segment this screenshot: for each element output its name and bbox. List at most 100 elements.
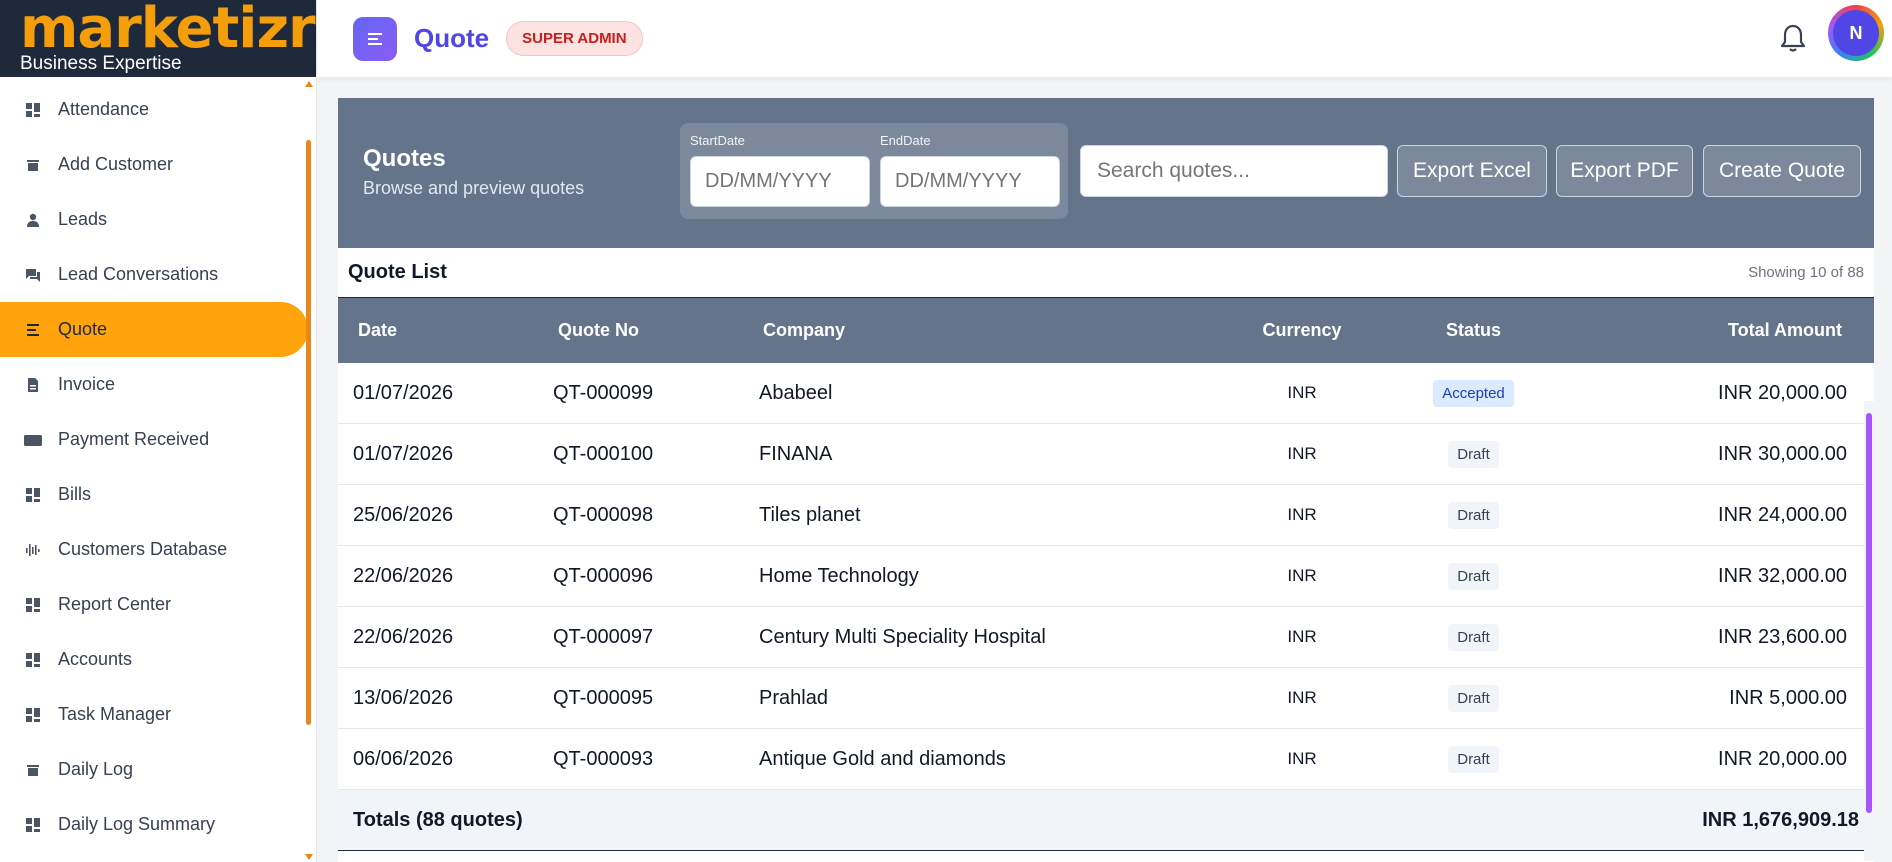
end-date-label: EndDate	[880, 133, 931, 148]
sidebar-item-label: Attendance	[58, 99, 150, 119]
col-total-amount[interactable]: Total Amount	[1582, 320, 1862, 341]
table-row[interactable]: 13/06/2026 QT-000095 Prahlad INR Draft INR 5,…	[338, 668, 1874, 729]
sidebar-item-customers-database[interactable]: Customers Database	[0, 522, 308, 577]
table-row[interactable]: 22/06/2026 QT-000097 Century Multi Special…	[338, 607, 1874, 668]
person-icon	[24, 211, 42, 229]
grid-icon	[24, 706, 42, 724]
brand[interactable]: marketizr Business Expertise	[0, 0, 316, 77]
cell-quote-no: QT-000098	[553, 503, 654, 526]
sidebar-item-task-manager[interactable]: Task Manager	[0, 687, 308, 742]
sidebar: marketizr Business Expertise Attendance A…	[0, 0, 317, 862]
brand-logo: marketizr	[20, 0, 316, 61]
role-badge: SUPER ADMIN	[506, 21, 643, 56]
quote-table: Date Quote No Company Currency Status To…	[338, 298, 1874, 851]
sidebar-item-report-center[interactable]: Report Center	[0, 577, 308, 632]
col-status[interactable]: Status	[1365, 320, 1582, 341]
cell-total-amount: INR 24,000.00	[1718, 503, 1847, 526]
sidebar-item-label: Add Customer	[58, 154, 174, 174]
sidebar-item-label: Lead Conversations	[58, 264, 219, 284]
start-date-input[interactable]	[690, 156, 870, 207]
sidebar-item-label: Daily Log	[58, 759, 134, 779]
table-row[interactable]: 01/07/2026 QT-000100 FINANA INR Draft INR 30,…	[338, 424, 1874, 485]
sidebar-item-daily-log-summary[interactable]: Daily Log Summary	[0, 797, 308, 852]
cell-status: Draft	[1365, 684, 1582, 712]
cell-currency: INR	[1287, 444, 1317, 463]
cell-quote-no: QT-000099	[553, 381, 654, 404]
table-row[interactable]: 01/07/2026 QT-000099 Ababeel INR Accepted INR…	[338, 363, 1874, 424]
sidebar-item-label: Invoice	[58, 374, 116, 394]
status-badge: Draft	[1448, 440, 1499, 468]
sidebar-item-label: Quote	[58, 319, 108, 339]
topbar: Quote SUPER ADMIN N	[317, 0, 1892, 77]
cell-company: Antique Gold and diamonds	[759, 747, 1006, 770]
totals-row: Totals (88 quotes) INR 1,676,909.18	[338, 790, 1874, 851]
grid-icon	[24, 651, 42, 669]
sidebar-scrollbar[interactable]	[306, 140, 311, 725]
create-quote-button[interactable]: Create Quote	[1703, 145, 1861, 197]
sidebar-item-accounts[interactable]: Accounts	[0, 632, 308, 687]
sidebar-item-label: Payment Received	[58, 429, 210, 449]
col-company[interactable]: Company	[759, 320, 1239, 341]
grid-icon	[24, 101, 42, 119]
quote-list-title: Quote List	[348, 261, 447, 283]
sidebar-item-invoice[interactable]: Invoice	[0, 357, 308, 412]
cell-total-amount: INR 23,600.00	[1718, 625, 1847, 648]
search-input[interactable]	[1080, 145, 1388, 197]
showing-count: Showing 10 of 88	[1748, 264, 1864, 281]
end-date-input[interactable]	[880, 156, 1060, 207]
cell-date: 22/06/2026	[353, 564, 454, 587]
export-pdf-button[interactable]: Export PDF	[1556, 145, 1693, 197]
sidebar-item-quote[interactable]: Quote	[0, 302, 308, 357]
status-badge: Draft	[1448, 562, 1499, 590]
table-row[interactable]: 22/06/2026 QT-000096 Home Technology INR Dra…	[338, 546, 1874, 607]
export-excel-button[interactable]: Export Excel	[1397, 145, 1547, 197]
quotes-panel: Quotes Browse and preview quotes StartDa…	[338, 98, 1874, 862]
tray-icon	[24, 156, 42, 174]
col-currency[interactable]: Currency	[1239, 320, 1365, 341]
cell-date: 01/07/2026	[353, 442, 454, 465]
cell-company: Ababeel	[759, 381, 833, 404]
sidebar-item-add-customer[interactable]: Add Customer	[0, 137, 308, 192]
cell-total-amount: INR 30,000.00	[1718, 442, 1847, 465]
status-badge: Draft	[1448, 745, 1499, 773]
sidebar-item-payment-received[interactable]: Payment Received	[0, 412, 308, 467]
totals-value: INR 1,676,909.18	[1702, 808, 1859, 831]
sidebar-item-bills[interactable]: Bills	[0, 467, 308, 522]
avatar[interactable]: N	[1828, 5, 1884, 61]
bars-icon	[24, 541, 42, 559]
col-quote-no[interactable]: Quote No	[553, 320, 759, 341]
cell-company: Prahlad	[759, 686, 828, 709]
cell-status: Draft	[1365, 501, 1582, 529]
cell-date: 22/06/2026	[353, 625, 454, 648]
document-icon	[24, 376, 42, 394]
notification-bell-icon[interactable]	[1779, 23, 1807, 53]
sidebar-scroll-down-arrow[interactable]	[305, 854, 313, 860]
cell-quote-no: QT-000100	[553, 442, 654, 465]
quote-list-header: Quote List Showing 10 of 88	[338, 248, 1874, 298]
table-row[interactable]: 06/06/2026 QT-000093 Antique Gold and diam…	[338, 729, 1874, 790]
sidebar-item-lead-conversations[interactable]: Lead Conversations	[0, 247, 308, 302]
sidebar-item-attendance[interactable]: Attendance	[0, 82, 308, 137]
sidebar-item-daily-log[interactable]: Daily Log	[0, 742, 308, 797]
cell-quote-no: QT-000095	[553, 686, 654, 709]
cell-company: Tiles planet	[759, 503, 861, 526]
sidebar-item-label: Customers Database	[58, 539, 228, 559]
cell-status: Draft	[1365, 440, 1582, 468]
table-row[interactable]: 25/06/2026 QT-000098 Tiles planet INR Draft I…	[338, 485, 1874, 546]
totals-label: Totals (88 quotes)	[353, 808, 523, 831]
cell-total-amount: INR 20,000.00	[1718, 381, 1847, 404]
cell-total-amount: INR 5,000.00	[1729, 686, 1847, 709]
cell-currency: INR	[1287, 566, 1317, 585]
sidebar-item-label: Daily Log Summary	[58, 814, 216, 834]
sidebar-item-label: Leads	[58, 209, 108, 229]
cell-currency: INR	[1287, 749, 1317, 768]
avatar-initial: N	[1833, 10, 1879, 56]
cell-date: 06/06/2026	[353, 747, 454, 770]
cell-company: Century Multi Speciality Hospital	[759, 625, 1046, 648]
cell-date: 25/06/2026	[353, 503, 454, 526]
sidebar-item-leads[interactable]: Leads	[0, 192, 308, 247]
table-scrollbar-thumb[interactable]	[1866, 413, 1872, 813]
cell-quote-no: QT-000096	[553, 564, 654, 587]
table-scrollbar[interactable]	[1864, 401, 1874, 861]
col-date[interactable]: Date	[338, 320, 553, 341]
